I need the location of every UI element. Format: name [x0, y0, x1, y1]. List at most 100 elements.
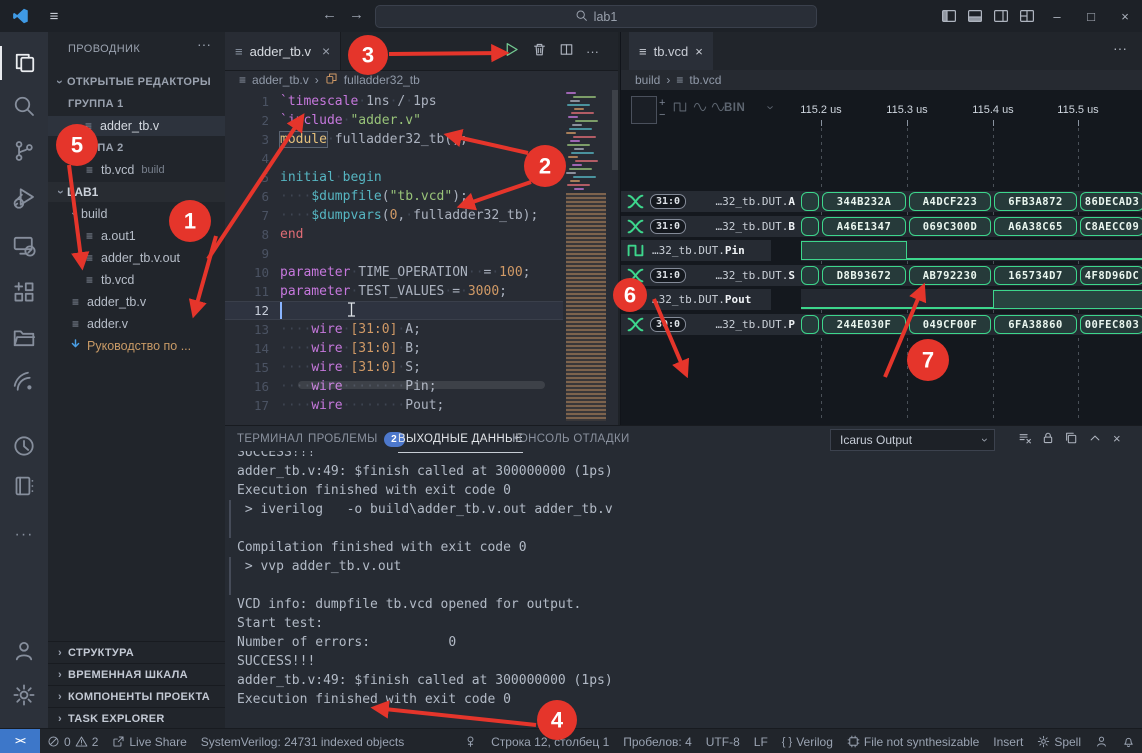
horizontal-scrollbar[interactable]: [298, 381, 545, 389]
maximize-button[interactable]: □: [1074, 0, 1108, 32]
clear-output-icon[interactable]: [1018, 431, 1032, 448]
signal-32_tb.DUT.P[interactable]: 30:0…32_tb.DUT.P: [621, 314, 801, 335]
sidebar-item-a.out1[interactable]: ≡a.out1: [48, 226, 225, 246]
status-feedback[interactable]: [1088, 729, 1115, 753]
close-tab-icon[interactable]: ×: [322, 43, 330, 59]
activity-remote-explorer-icon[interactable]: [0, 228, 48, 262]
status-language-mode[interactable]: { }Verilog: [775, 729, 840, 753]
panel-tab-терминал[interactable]: ТЕРМИНАЛ: [237, 426, 303, 452]
status-notifications[interactable]: [1115, 729, 1142, 753]
sidebar-section-структура[interactable]: ›СТРУКТУРА: [48, 641, 225, 664]
split-editor-icon[interactable]: [559, 42, 574, 60]
trash-icon[interactable]: [532, 42, 547, 60]
sidebar-item--1[interactable]: ГРУППА 1: [48, 94, 225, 114]
radix-select[interactable]: BIN: [724, 102, 745, 114]
minimap[interactable]: [563, 90, 612, 425]
sidebar-item--...[interactable]: Руководство по ...2: [48, 336, 225, 356]
activity-search-icon[interactable]: [0, 89, 48, 123]
toggle-secondary-sidebar-icon[interactable]: [988, 3, 1014, 29]
analog-wave-icon[interactable]: [693, 100, 707, 117]
editor-layout-icon[interactable]: [1014, 3, 1040, 29]
sidebar-item--2[interactable]: ГРУППА 2: [48, 138, 225, 158]
close-button[interactable]: ×: [1108, 0, 1142, 32]
run-button[interactable]: [503, 41, 520, 61]
sidebar-item-adder.v[interactable]: ≡adder.v: [48, 314, 225, 334]
signal-32_tb.DUT.B[interactable]: 31:0…32_tb.DUT.B: [621, 216, 801, 237]
signal-32_tb.DUT.A[interactable]: 31:0…32_tb.DUT.A: [621, 191, 801, 212]
sidebar-section-компоненты-проекта[interactable]: ›КОМПОНЕНТЫ ПРОЕКТА: [48, 685, 225, 708]
maximize-panel-icon[interactable]: [1088, 431, 1102, 448]
status-live-share[interactable]: Live Share: [105, 729, 193, 753]
activity-extensions-icon[interactable]: [0, 275, 48, 309]
activity-settings-icon[interactable]: [0, 678, 48, 712]
activity-more-icon[interactable]: ···: [0, 518, 48, 552]
remote-indicator[interactable]: ><: [0, 729, 40, 753]
activity-run-debug-icon[interactable]: [0, 181, 48, 215]
tab-adder_tb.v[interactable]: ≡ adder_tb.v ×: [225, 32, 341, 70]
sidebar-item--[interactable]: ›ОТКРЫТЫЕ РЕДАКТОРЫ: [48, 72, 225, 92]
item-label: ГРУППА 2: [68, 142, 124, 154]
sidebar-item-adder_tb.v[interactable]: ≡adder_tb.v: [48, 292, 225, 312]
signal-32_tb.DUT.Pin[interactable]: …32_tb.DUT.Pin: [621, 240, 771, 261]
command-search-box[interactable]: lab1: [375, 5, 817, 28]
signal-32_tb.DUT.S[interactable]: 31:0…32_tb.DUT.S: [621, 265, 801, 286]
output-channel-select[interactable]: Icarus Output ›: [830, 429, 995, 451]
forward-icon[interactable]: →: [349, 6, 364, 23]
status-spell[interactable]: Spell: [1030, 729, 1088, 753]
statusbar: >< 02Live ShareSystemVerilog: 24731 inde…: [0, 728, 1142, 753]
analog-wave2-icon[interactable]: [711, 100, 725, 117]
toggle-panel-icon[interactable]: [962, 3, 988, 29]
sidebar-section-task-explorer[interactable]: ›TASK EXPLORER: [48, 707, 225, 728]
minimize-button[interactable]: –: [1040, 0, 1074, 32]
status-encoding[interactable]: UTF-8: [699, 729, 747, 753]
panel-tab-выходные-данные[interactable]: ВЫХОДНЫЕ ДАННЫЕ: [398, 426, 523, 453]
more-actions-icon[interactable]: ···: [586, 44, 599, 59]
sidebar-item-adder_tb.v[interactable]: ›≡adder_tb.v: [48, 116, 225, 136]
activity-project-manager-icon[interactable]: [0, 321, 48, 355]
tab-tb.vcd[interactable]: ≡ tb.vcd ×: [629, 32, 713, 70]
status-synthesizable[interactable]: File not synthesizable: [840, 729, 986, 753]
more-actions-icon[interactable]: ···: [197, 36, 211, 52]
activity-notebook-icon[interactable]: [0, 469, 48, 503]
sidebar-item-adder_tb.v.out[interactable]: ≡adder_tb.v.out: [48, 248, 225, 268]
status-cursor-position[interactable]: Строка 12, столбец 1: [484, 729, 616, 753]
code-editor[interactable]: 1`timescale·1ns·/·1ps2`include·"adder.v"…: [225, 90, 563, 425]
panel-tab-проблемы[interactable]: ПРОБЛЕМЫ2: [308, 426, 405, 452]
activity-timeline-icon[interactable]: [0, 429, 48, 463]
more-actions-icon[interactable]: ···: [1113, 40, 1127, 56]
breadcrumb[interactable]: ≡ adder_tb.v › fulladder32_tb: [225, 70, 618, 90]
activity-accounts-icon[interactable]: [0, 634, 48, 668]
status-language-status[interactable]: SystemVerilog: 24731 indexed objects: [194, 729, 411, 753]
status-insert-mode[interactable]: Insert: [986, 729, 1030, 753]
toggle-sidebar-icon[interactable]: [936, 3, 962, 29]
open-in-editor-icon[interactable]: [1064, 431, 1078, 448]
lock-icon[interactable]: [1041, 431, 1055, 448]
status-indentation[interactable]: Пробелов: 4: [616, 729, 699, 753]
plus-icon[interactable]: +: [659, 98, 665, 108]
signal-32_tb.DUT.Pout[interactable]: …32_tb.DUT.Pout: [621, 289, 771, 310]
activity-platformio-icon[interactable]: [0, 365, 48, 399]
wave-value: 6FB3A872: [994, 192, 1077, 211]
close-panel-icon[interactable]: ×: [1113, 431, 1121, 446]
back-icon[interactable]: ←: [322, 6, 337, 23]
sidebar-section-временная-шкала[interactable]: ›ВРЕМЕННАЯ ШКАЛА: [48, 663, 225, 686]
sidebar-item-build[interactable]: ›build: [48, 204, 225, 224]
menu-icon[interactable]: ≡: [44, 6, 64, 26]
output-console[interactable]: SUCCESS!!!adder_tb.v:49: $finish called …: [225, 451, 1142, 729]
status-eol[interactable]: LF: [747, 729, 775, 753]
sidebar-item-lab1[interactable]: ›LAB1: [48, 182, 225, 202]
close-tab-icon[interactable]: ×: [695, 44, 703, 59]
sidebar-item-tb.vcd[interactable]: ≡tb.vcd: [48, 270, 225, 290]
status-problems[interactable]: 02: [40, 729, 105, 753]
minus-icon[interactable]: −: [659, 110, 665, 120]
status-ports[interactable]: [457, 729, 484, 753]
panel-tab-консоль-отладки[interactable]: КОНСОЛЬ ОТЛАДКИ: [512, 426, 630, 452]
breadcrumb[interactable]: build › ≡ tb.vcd: [621, 70, 1142, 90]
pulse-format-icon[interactable]: [673, 100, 687, 117]
activity-explorer-icon[interactable]: [0, 46, 50, 80]
sidebar-item-tb.vcd[interactable]: ≡tb.vcdbuild: [48, 160, 225, 180]
chevron-right-icon: ›: [52, 713, 68, 725]
value-format-box[interactable]: [631, 96, 657, 124]
vertical-scrollbar[interactable]: [612, 90, 618, 170]
activity-source-control-icon[interactable]: [0, 134, 48, 168]
